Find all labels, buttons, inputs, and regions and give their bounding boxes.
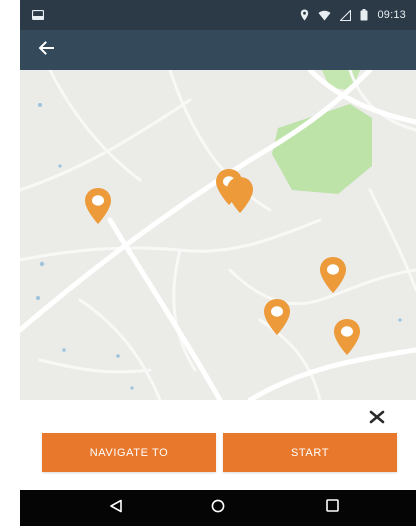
close-icon <box>369 410 385 429</box>
wifi-icon <box>318 10 331 21</box>
map-view[interactable] <box>20 70 416 400</box>
signal-icon <box>340 9 352 21</box>
close-button[interactable] <box>366 408 388 430</box>
nav-recents-button[interactable] <box>320 498 344 518</box>
arrow-back-icon <box>38 40 54 60</box>
recents-icon <box>325 499 339 517</box>
start-button[interactable]: START <box>223 433 397 472</box>
location-pin[interactable] <box>225 176 255 214</box>
location-pin[interactable] <box>83 187 113 225</box>
location-pin[interactable] <box>318 256 348 294</box>
status-bar: 09:13 <box>20 0 416 30</box>
app-bar <box>20 30 416 70</box>
home-icon <box>211 499 225 518</box>
app-screen: 09:13 NAVIGATE TO START <box>20 0 416 526</box>
location-pin[interactable] <box>262 298 292 336</box>
action-panel: NAVIGATE TO START <box>20 400 416 490</box>
back-icon <box>109 499 123 518</box>
location-pin[interactable] <box>332 318 362 356</box>
navigate-to-button[interactable]: NAVIGATE TO <box>42 433 216 472</box>
system-nav-bar <box>20 490 416 526</box>
nav-home-button[interactable] <box>206 498 230 518</box>
status-time: 09:13 <box>377 9 406 21</box>
battery-icon <box>360 9 368 21</box>
nav-back-button[interactable] <box>104 498 128 518</box>
location-icon <box>300 9 309 21</box>
back-button[interactable] <box>34 39 58 61</box>
notification-icon <box>32 10 44 20</box>
